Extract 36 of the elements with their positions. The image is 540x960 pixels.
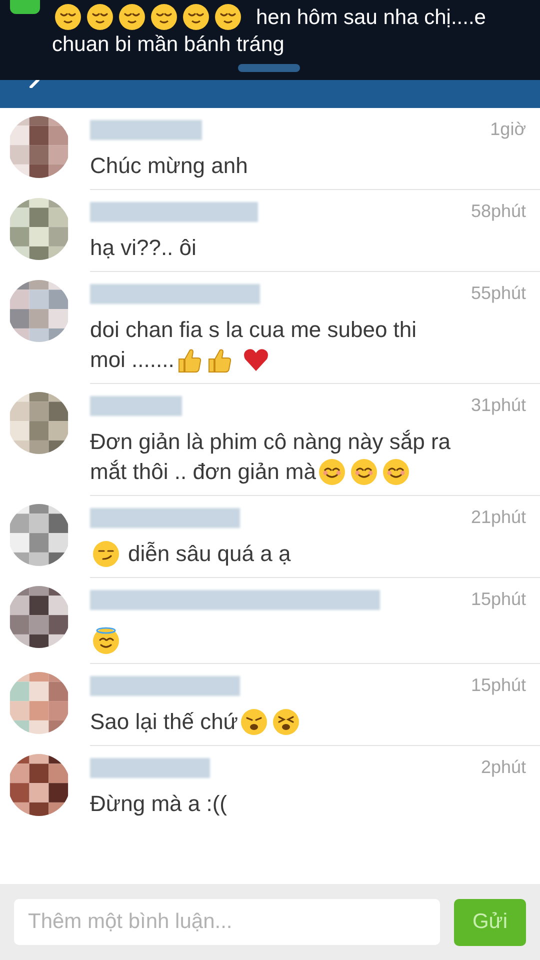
comment-time: 15phút	[470, 588, 526, 611]
comment-text: mắt thôi .. đơn giản mà	[90, 458, 316, 486]
back-chevron-icon[interactable]	[28, 80, 40, 88]
comment-text: Sao lại thế chứ	[90, 708, 238, 736]
comment-input-field[interactable]: Thêm một bình luận...	[14, 899, 440, 945]
comment-text: hen hôm sau nha chị....e	[256, 4, 486, 30]
drag-handle[interactable]	[238, 64, 300, 72]
comment-time: 15phút	[470, 674, 526, 697]
relieved-emoji-icon	[118, 3, 146, 31]
smiling-emoji-icon	[382, 458, 410, 486]
comment-text: hạ vi??.. ôi	[90, 234, 196, 262]
comment-time: 31phút	[470, 394, 526, 417]
comment-time: 58phút	[470, 200, 526, 223]
smiling-emoji-icon	[350, 458, 378, 486]
relieved-emoji-icon	[182, 3, 210, 31]
comment-time: 2phút	[480, 756, 526, 779]
comment-time: 21phút	[470, 506, 526, 529]
comment-text: Đơn giản là phim cô nàng này sắp ra	[90, 428, 451, 456]
comment-text: diễn sâu quá a ạ	[128, 540, 291, 568]
comment-text: Đừng mà a :((	[90, 790, 227, 818]
messages-app-icon	[10, 0, 40, 14]
comment-text: doi chan fia s la cua me subeo thi	[90, 316, 417, 344]
tired-emoji-icon	[272, 708, 300, 736]
smirk-emoji-icon	[92, 540, 120, 568]
comment-text: Chúc mừng anh	[90, 152, 248, 180]
relieved-emoji-icon	[54, 3, 82, 31]
relieved-emoji-icon	[214, 3, 242, 31]
weary-emoji-icon	[240, 708, 268, 736]
notification-banner[interactable]: hen hôm sau nha chị....e chuan bi mần bánh tráng	[0, 0, 540, 80]
comment-time: 1giờ	[490, 118, 526, 141]
smiling-emoji-icon	[318, 458, 346, 486]
comment-text: chuan bi mần bánh tráng	[52, 32, 284, 58]
comment-text: moi .......	[90, 346, 174, 374]
relieved-emoji-icon	[150, 3, 178, 31]
comment-time: 55phút	[470, 282, 526, 305]
relieved-emoji-icon	[86, 3, 114, 31]
